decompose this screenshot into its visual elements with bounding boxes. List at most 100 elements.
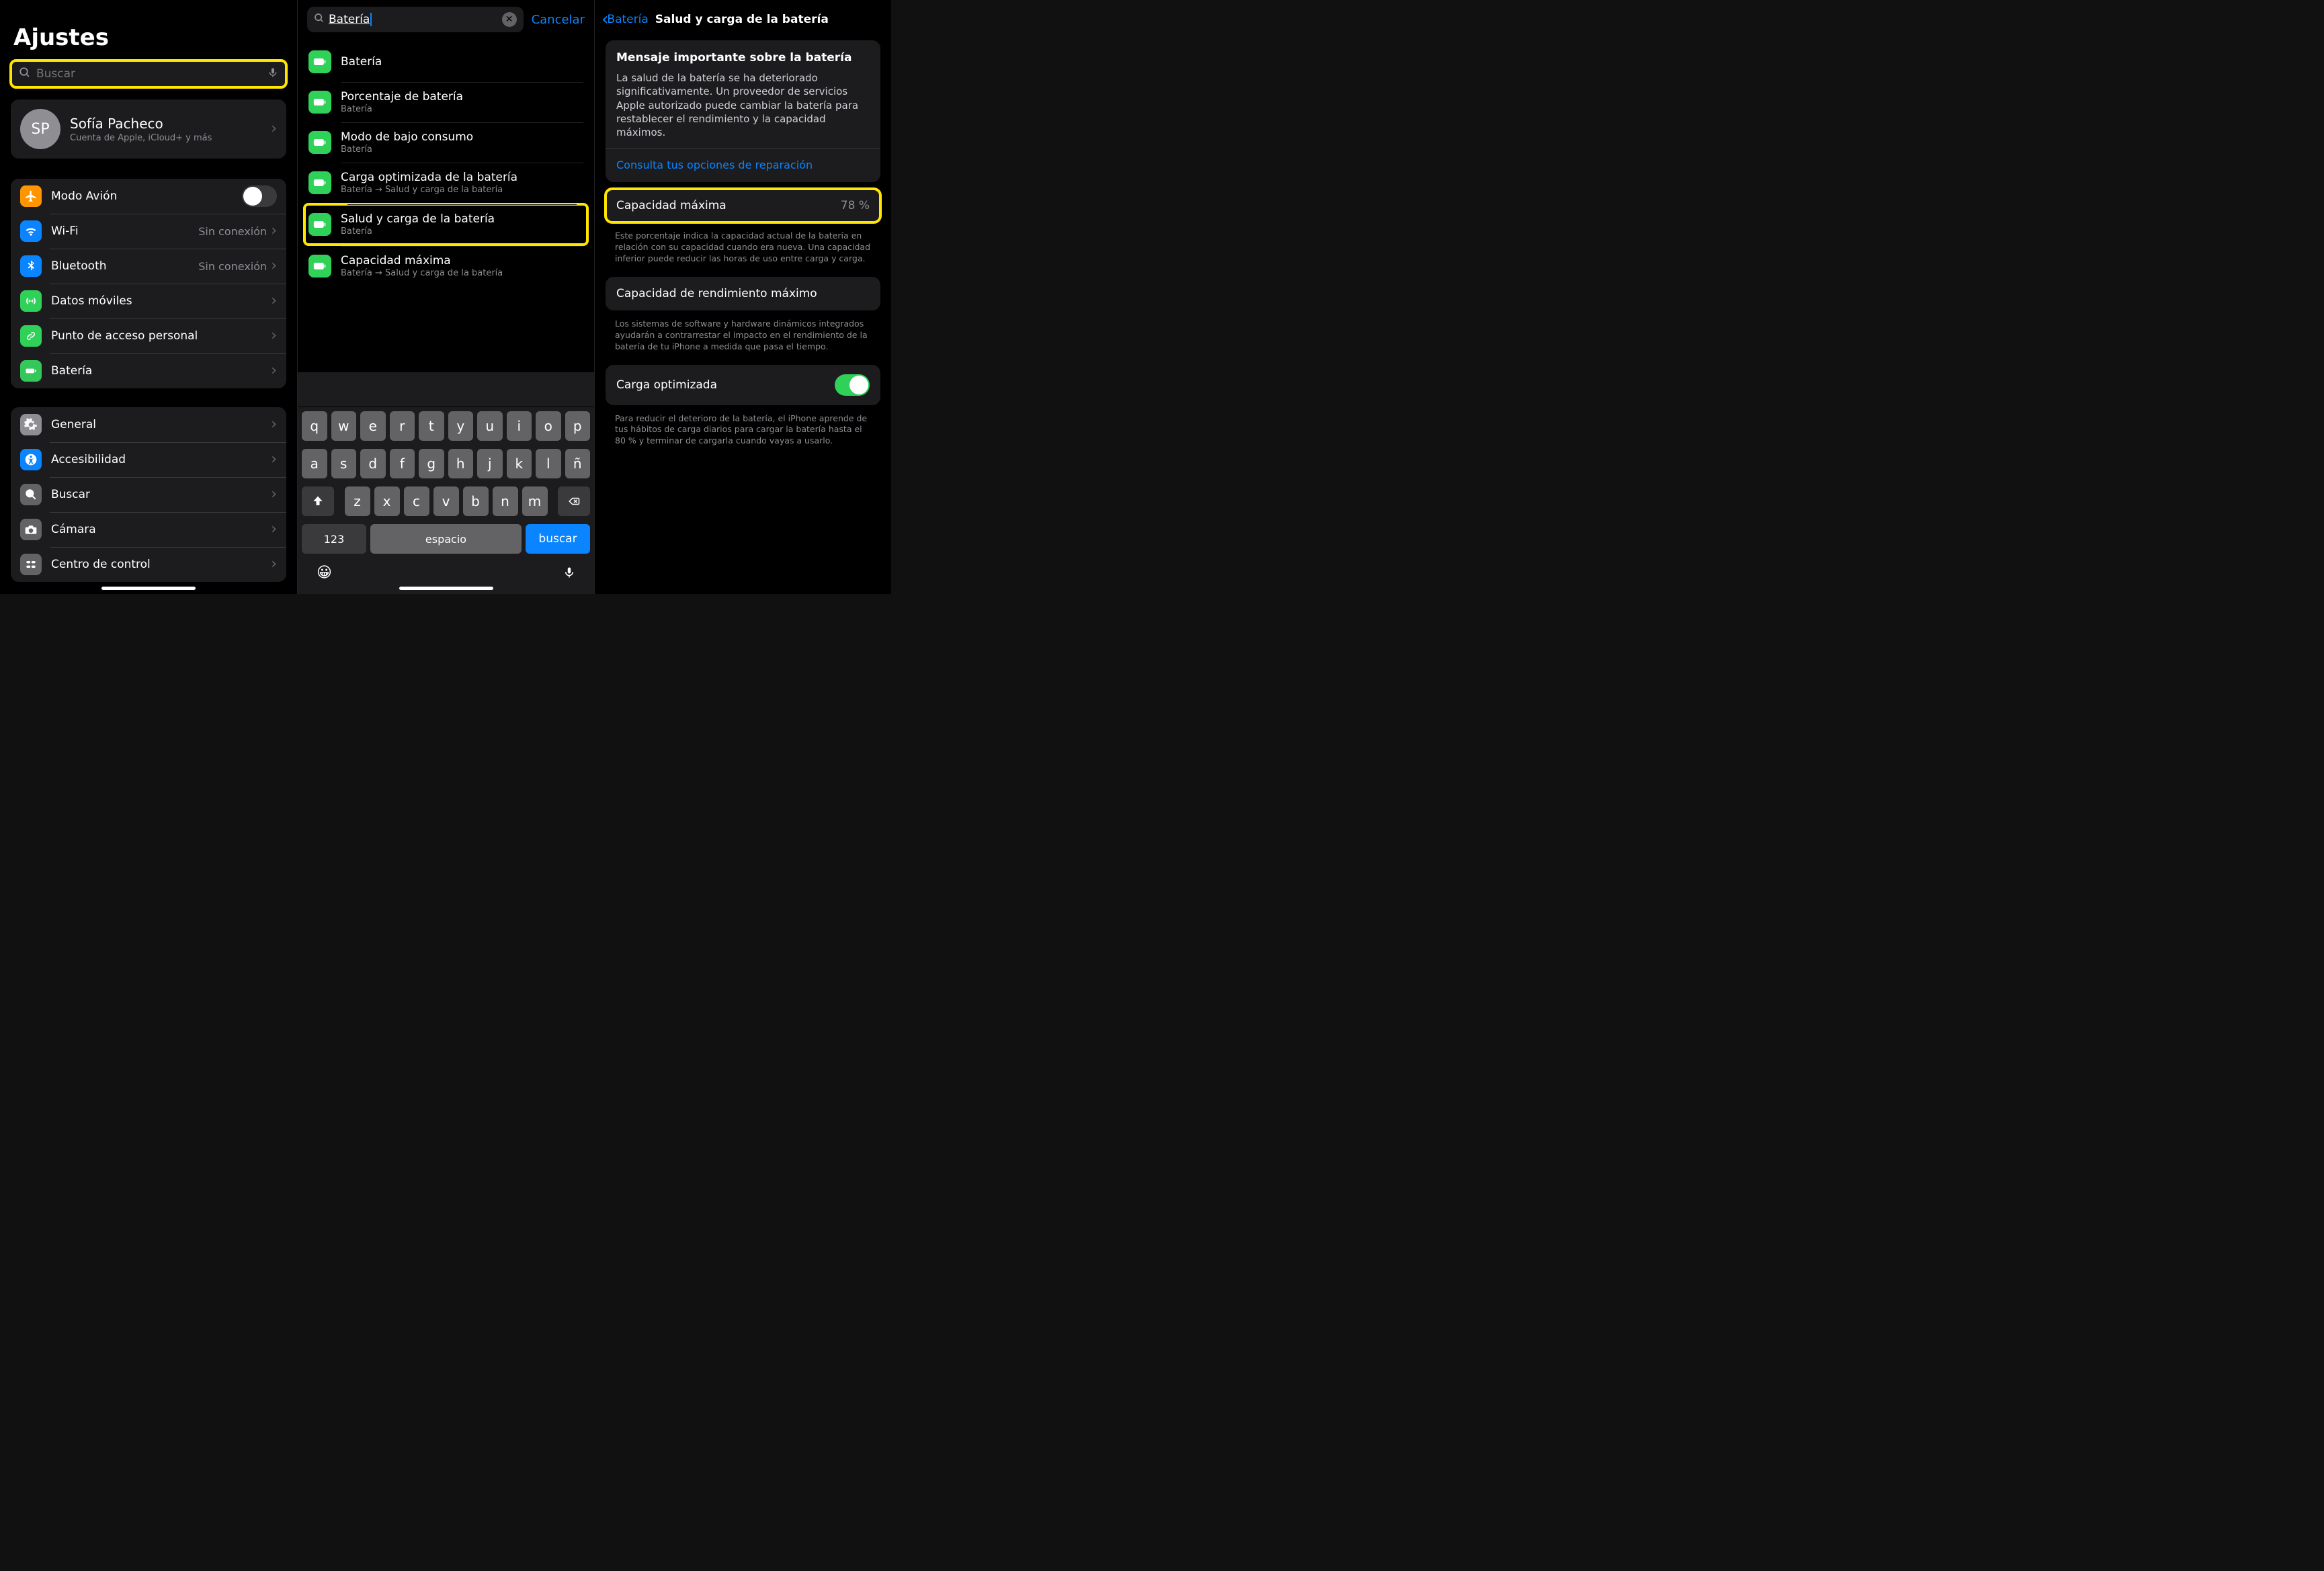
keyboard[interactable]: qwertyuiop asdfghjklñ zxcvbnm 123 espaci… [298, 372, 594, 594]
settings-row-wi-fi[interactable]: Wi-FiSin conexión› [11, 214, 286, 249]
settings-row-modo-avión[interactable]: Modo Avión [11, 179, 286, 214]
settings-row-batería[interactable]: Batería› [11, 353, 286, 388]
key-o[interactable]: o [536, 411, 561, 441]
result-title: Carga optimizada de la batería [341, 171, 517, 184]
home-indicator[interactable] [399, 587, 493, 590]
key-l[interactable]: l [536, 449, 561, 478]
settings-row-cámara[interactable]: Cámara› [11, 512, 286, 547]
keyboard-suggestions[interactable] [298, 379, 594, 407]
mic-icon[interactable] [267, 66, 278, 82]
row-label: Accesibilidad [51, 453, 271, 466]
row-value: Sin conexión [198, 260, 267, 273]
search-field-active[interactable]: Batería ✕ [307, 7, 524, 32]
settings-row-punto-de-acceso-personal[interactable]: Punto de acceso personal› [11, 319, 286, 353]
key-p[interactable]: p [565, 411, 591, 441]
result-path: Batería [341, 144, 473, 155]
search-result[interactable]: Modo de bajo consumoBatería [298, 122, 594, 163]
key-b[interactable]: b [463, 486, 489, 516]
row-label: Wi-Fi [51, 224, 198, 238]
search-result[interactable]: Salud y carga de la bateríaBatería [304, 204, 587, 245]
search-input[interactable] [36, 67, 267, 81]
peak-performance-label: Capacidad de rendimiento máximo [616, 287, 870, 300]
result-title: Porcentaje de batería [341, 90, 463, 103]
peak-performance-footnote: Los sistemas de software y hardware diná… [595, 314, 891, 365]
row-label: Modo Avión [51, 189, 242, 203]
settings-row-general[interactable]: General› [11, 407, 286, 442]
key-k[interactable]: k [507, 449, 532, 478]
search-field[interactable] [11, 60, 286, 87]
chevron-right-icon: › [271, 329, 277, 343]
chevron-right-icon: › [271, 557, 277, 572]
key-h[interactable]: h [448, 449, 474, 478]
settings-row-centro-de-control[interactable]: Centro de control› [11, 547, 286, 582]
key-c[interactable]: c [404, 486, 429, 516]
key-z[interactable]: z [345, 486, 370, 516]
key-s[interactable]: s [331, 449, 357, 478]
avatar: SP [20, 109, 60, 149]
antenna-icon [20, 290, 42, 312]
search-result[interactable]: Porcentaje de bateríaBatería [298, 82, 594, 122]
search-results-list: BateríaPorcentaje de bateríaBateríaModo … [298, 42, 594, 286]
apple-account-row[interactable]: SP Sofía Pacheco Cuenta de Apple, iCloud… [11, 99, 286, 159]
key-q[interactable]: q [302, 411, 327, 441]
optimized-charging-row[interactable]: Carga optimizada [606, 365, 880, 405]
control-icon [20, 554, 42, 575]
chevron-right-icon: › [271, 452, 277, 467]
key-r[interactable]: r [390, 411, 415, 441]
toggle[interactable] [242, 185, 277, 207]
key-t[interactable]: t [419, 411, 444, 441]
home-indicator[interactable] [101, 587, 196, 590]
back-button[interactable]: ‹ Batería [601, 9, 649, 30]
battery-icon [20, 360, 42, 382]
settings-row-buscar[interactable]: Buscar› [11, 477, 286, 512]
key-e[interactable]: e [360, 411, 386, 441]
settings-row-datos-móviles[interactable]: Datos móviles› [11, 284, 286, 319]
page-title: Salud y carga de la batería [655, 13, 829, 26]
result-path: Batería → Salud y carga de la batería [341, 268, 503, 278]
max-capacity-value: 78 % [841, 199, 870, 212]
battery-icon [308, 255, 331, 278]
clear-search-icon[interactable]: ✕ [502, 12, 517, 27]
key-m[interactable]: m [522, 486, 548, 516]
dictation-key[interactable] [563, 564, 575, 585]
wifi-icon [20, 220, 42, 242]
chevron-right-icon: › [271, 294, 277, 308]
search-result[interactable]: Capacidad máximaBatería → Salud y carga … [298, 246, 594, 286]
shift-key[interactable] [302, 486, 334, 516]
key-f[interactable]: f [390, 449, 415, 478]
search-result[interactable]: Carga optimizada de la bateríaBatería → … [298, 163, 594, 203]
cancel-button[interactable]: Cancelar [532, 13, 585, 27]
emoji-key[interactable]: 😀 [317, 564, 332, 585]
key-x[interactable]: x [374, 486, 400, 516]
search-result[interactable]: Batería [298, 42, 594, 82]
key-g[interactable]: g [419, 449, 444, 478]
space-key[interactable]: espacio [370, 524, 522, 554]
chevron-right-icon: › [271, 417, 277, 432]
optimized-charging-toggle[interactable] [835, 374, 870, 396]
settings-root-pane: Ajustes SP Sofía Pacheco Cuenta de Apple… [0, 0, 297, 594]
key-i[interactable]: i [507, 411, 532, 441]
settings-row-accesibilidad[interactable]: Accesibilidad› [11, 442, 286, 477]
key-v[interactable]: v [433, 486, 459, 516]
backspace-key[interactable] [558, 486, 590, 516]
repair-options-link[interactable]: Consulta tus opciones de reparación [616, 159, 813, 171]
key-d[interactable]: d [360, 449, 386, 478]
search-key[interactable]: buscar [526, 524, 590, 554]
airplane-icon [20, 185, 42, 207]
settings-row-bluetooth[interactable]: BluetoothSin conexión› [11, 249, 286, 284]
search-query-text: Batería [329, 13, 370, 26]
gear-icon [20, 414, 42, 435]
key-w[interactable]: w [331, 411, 357, 441]
key-n[interactable]: n [493, 486, 518, 516]
accessibility-icon [20, 449, 42, 470]
key-u[interactable]: u [477, 411, 503, 441]
numbers-key[interactable]: 123 [302, 524, 366, 554]
chevron-right-icon: › [271, 487, 277, 502]
peak-performance-row[interactable]: Capacidad de rendimiento máximo [606, 277, 880, 310]
page-title: Ajustes [0, 0, 297, 60]
key-j[interactable]: j [477, 449, 503, 478]
key-a[interactable]: a [302, 449, 327, 478]
key-y[interactable]: y [448, 411, 474, 441]
max-capacity-row[interactable]: Capacidad máxima 78 % [606, 189, 880, 222]
key-ñ[interactable]: ñ [565, 449, 591, 478]
